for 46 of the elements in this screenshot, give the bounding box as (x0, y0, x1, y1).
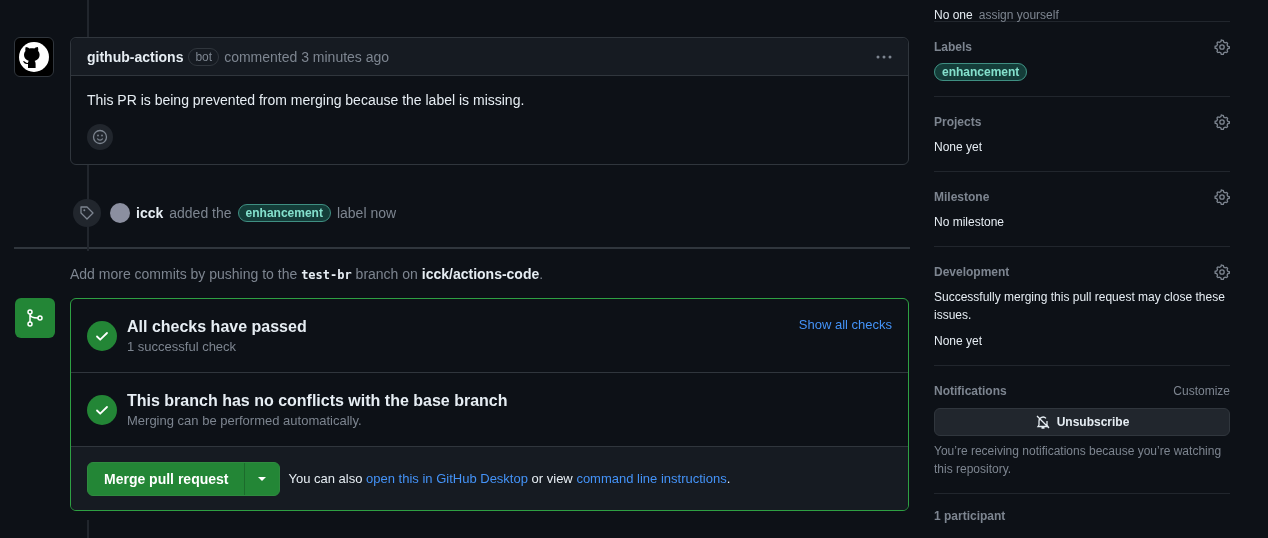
smiley-icon (92, 129, 108, 145)
event-text: label now (336, 205, 397, 221)
check-subtitle: 1 successful check (127, 338, 238, 354)
section-text: None yet (934, 139, 984, 156)
check-title: This branch has no conflicts with the base branch (127, 391, 508, 410)
settings-icon[interactable] (1214, 263, 1230, 280)
section-text: None yet (934, 333, 984, 350)
section-title: Projects (934, 114, 982, 129)
unsubscribe-button[interactable]: Unsubscribe (934, 408, 1230, 436)
participants-heading: 1 participant (934, 509, 1007, 523)
comment-meta: commented 3 minutes ago (224, 48, 390, 65)
author-link[interactable]: github-actions (87, 48, 184, 65)
more-options-icon[interactable] (876, 54, 892, 59)
tag-icon (79, 205, 95, 221)
event-text: added the (169, 205, 232, 221)
cli-link[interactable]: command line instructions (576, 471, 727, 486)
bot-avatar[interactable] (14, 37, 54, 77)
section-text: Successfully merging this pull request may close these issues. (934, 289, 1226, 324)
caret-icon (257, 475, 268, 482)
label-tag[interactable]: enhancement (237, 204, 331, 222)
octocat-icon (18, 41, 50, 73)
user-link[interactable]: icck (136, 205, 164, 221)
assign-yourself-link[interactable]: assign yourself (978, 9, 1059, 21)
section-title: Notifications (934, 383, 1007, 398)
section-title: Labels (934, 39, 972, 54)
section-title: Development (934, 264, 1010, 279)
label-tag[interactable]: enhancement (934, 63, 1028, 81)
customize-link[interactable]: Customize (1173, 383, 1230, 398)
desktop-link[interactable]: open this in GitHub Desktop (366, 471, 528, 486)
user-avatar[interactable] (110, 203, 130, 223)
section-title: Milestone (934, 189, 990, 204)
comment-body: This PR is being prevented from merging because the label is missing. (87, 92, 526, 108)
settings-icon[interactable] (1214, 38, 1230, 55)
check-title: All checks have passed (127, 317, 307, 336)
settings-icon[interactable] (1214, 113, 1230, 130)
notification-note: You’re receiving notifications because you’re watching this repository. (934, 443, 1223, 478)
show-all-checks-link[interactable]: Show all checks (798, 317, 892, 332)
settings-icon[interactable] (1214, 188, 1230, 205)
bell-slash-icon (1034, 414, 1051, 430)
footer-text: You can also open this in GitHub Desktop or view command line instructions. (288, 471, 731, 486)
assignee-text: No one (934, 9, 973, 21)
section-text: No milestone (934, 214, 1006, 231)
add-reaction-button[interactable] (87, 124, 113, 150)
check-subtitle: Merging can be performed automatically. (127, 412, 363, 428)
git-merge-icon (25, 308, 45, 328)
push-hint: Add more commits by pushing to the test-br branch on icck/actions-code. (70, 266, 545, 282)
